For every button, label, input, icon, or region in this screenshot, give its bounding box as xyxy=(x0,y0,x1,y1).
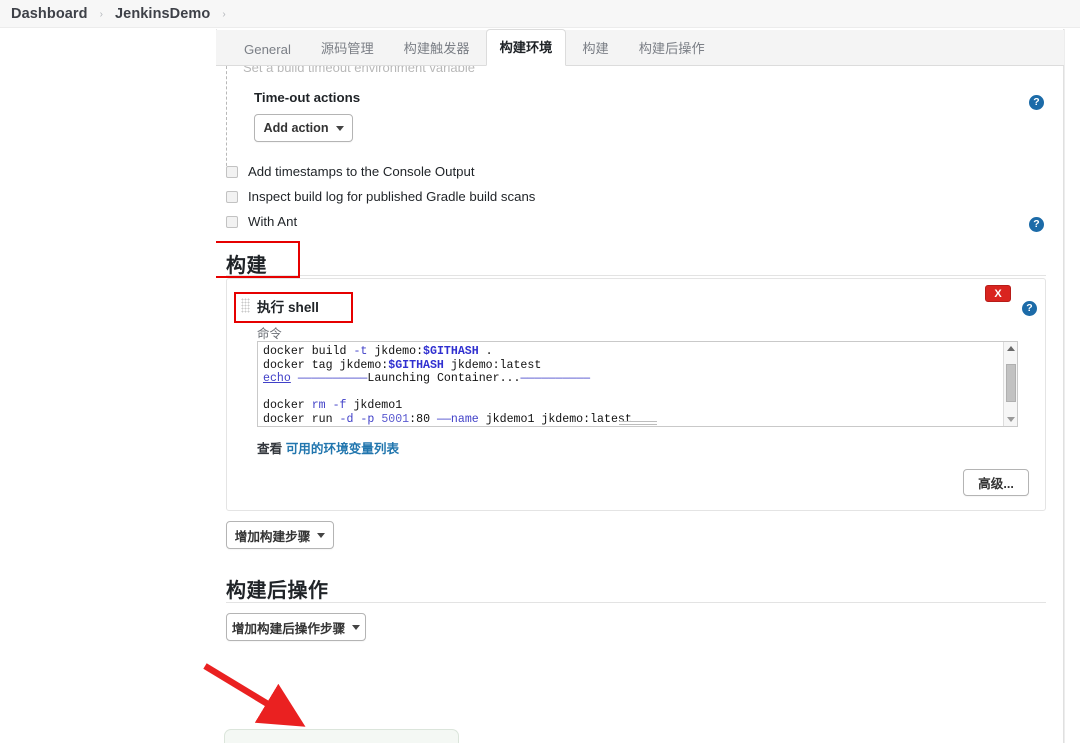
env-vars-link[interactable]: 可用的环境变量列表 xyxy=(286,442,399,456)
code-line-1: docker build -t jkdemo:$GITHASH . xyxy=(263,345,493,358)
tab-build-triggers[interactable]: 构建触发器 xyxy=(390,30,484,66)
checkbox-row-timestamps[interactable]: Add timestamps to the Console Output xyxy=(226,164,475,179)
command-label: 命令 xyxy=(257,324,282,342)
chevron-down-icon-post-build xyxy=(352,625,360,630)
checkbox-row-with-ant[interactable]: With Ant xyxy=(226,214,297,229)
post-build-section-heading: 构建后操作 xyxy=(226,574,329,603)
config-content: Set a build timeout environment variable… xyxy=(216,66,1062,743)
shell-command-editor[interactable]: docker build -t jkdemo:$GITHASH . docker… xyxy=(257,341,1018,427)
shell-script-text: docker build -t jkdemo:$GITHASH . docker… xyxy=(263,345,632,427)
add-action-button[interactable]: Add action xyxy=(254,114,353,142)
checkbox-gradle-scans[interactable] xyxy=(226,191,238,203)
add-post-build-step-button[interactable]: 增加构建后操作步骤 xyxy=(226,613,366,641)
advanced-button[interactable]: 高级... xyxy=(963,469,1029,496)
delete-builder-button[interactable]: X xyxy=(985,285,1011,302)
add-build-step-button[interactable]: 增加构建步骤 xyxy=(226,521,334,549)
jenkins-job-config-page: Dashboard › JenkinsDemo › General 源码管理 构… xyxy=(0,0,1080,743)
build-section-divider xyxy=(226,275,1046,276)
add-post-build-step-label: 增加构建后操作步骤 xyxy=(232,618,345,637)
code-line-5: docker rm -f jkdemo1 xyxy=(263,399,402,412)
checkbox-timestamps-label: Add timestamps to the Console Output xyxy=(248,164,475,179)
builder-title: 执行 shell xyxy=(257,296,319,316)
code-line-3: echo ——————————Launching Container...———… xyxy=(263,372,590,385)
checkbox-row-gradle-scans[interactable]: Inspect build log for published Gradle b… xyxy=(226,189,535,204)
code-line-4 xyxy=(263,386,270,399)
window-scrollbar[interactable] xyxy=(1064,29,1080,743)
editor-vertical-scrollbar[interactable] xyxy=(1003,342,1017,426)
chevron-down-icon xyxy=(336,126,344,131)
timeout-nested-block: Time-out actions Add action xyxy=(226,66,1046,171)
env-vars-prefix: 查看 xyxy=(257,442,282,456)
tab-build-environment[interactable]: 构建环境 xyxy=(486,29,567,66)
breadcrumb-separator-icon: › xyxy=(100,9,103,20)
save-bar: 保存 应用 xyxy=(224,729,459,743)
breadcrumb-item-dashboard[interactable]: Dashboard xyxy=(8,6,91,22)
checkbox-timestamps[interactable] xyxy=(226,166,238,178)
scrollbar-thumb[interactable] xyxy=(1006,364,1016,402)
checkbox-with-ant[interactable] xyxy=(226,216,238,228)
chevron-down-icon-build-step xyxy=(317,533,325,538)
checkbox-with-ant-label: With Ant xyxy=(248,214,297,229)
add-action-button-label: Add action xyxy=(263,121,328,135)
breadcrumb-separator-icon-2: › xyxy=(222,9,225,20)
post-build-section-divider xyxy=(226,602,1046,603)
help-icon-timeout[interactable]: ? xyxy=(1029,95,1044,110)
breadcrumb-item-jenkinsdemo[interactable]: JenkinsDemo xyxy=(112,6,213,22)
help-icon-with-ant[interactable]: ? xyxy=(1029,217,1044,232)
help-icon-shell[interactable]: ? xyxy=(1022,301,1037,316)
scroll-up-arrow-icon[interactable] xyxy=(1004,342,1018,355)
tab-general[interactable]: General xyxy=(230,34,305,66)
add-build-step-label: 增加构建步骤 xyxy=(235,526,311,545)
env-vars-hint: 查看 可用的环境变量列表 xyxy=(257,438,399,457)
code-line-6: docker run -d -p 5001:80 ——name jkdemo1 … xyxy=(263,413,632,426)
tab-source-management[interactable]: 源码管理 xyxy=(307,30,388,66)
breadcrumb: Dashboard › JenkinsDemo › xyxy=(0,0,1080,28)
build-section-heading: 构建 xyxy=(226,249,267,278)
config-tabs: General 源码管理 构建触发器 构建环境 构建 构建后操作 xyxy=(216,30,1064,66)
builder-execute-shell: 执行 shell X ? 命令 docker build -t jkdemo:$… xyxy=(226,278,1046,511)
left-gutter xyxy=(0,29,216,743)
scroll-down-arrow-icon[interactable] xyxy=(1004,413,1018,426)
tab-build[interactable]: 构建 xyxy=(568,30,622,66)
tab-post-build-actions[interactable]: 构建后操作 xyxy=(625,30,719,66)
timeout-actions-label: Time-out actions xyxy=(254,90,360,105)
drag-handle-icon[interactable] xyxy=(241,298,250,313)
editor-resize-grip[interactable] xyxy=(619,421,657,425)
code-line-2: docker tag jkdemo:$GITHASH jkdemo:latest xyxy=(263,359,541,372)
checkbox-gradle-scans-label: Inspect build log for published Gradle b… xyxy=(248,189,535,204)
